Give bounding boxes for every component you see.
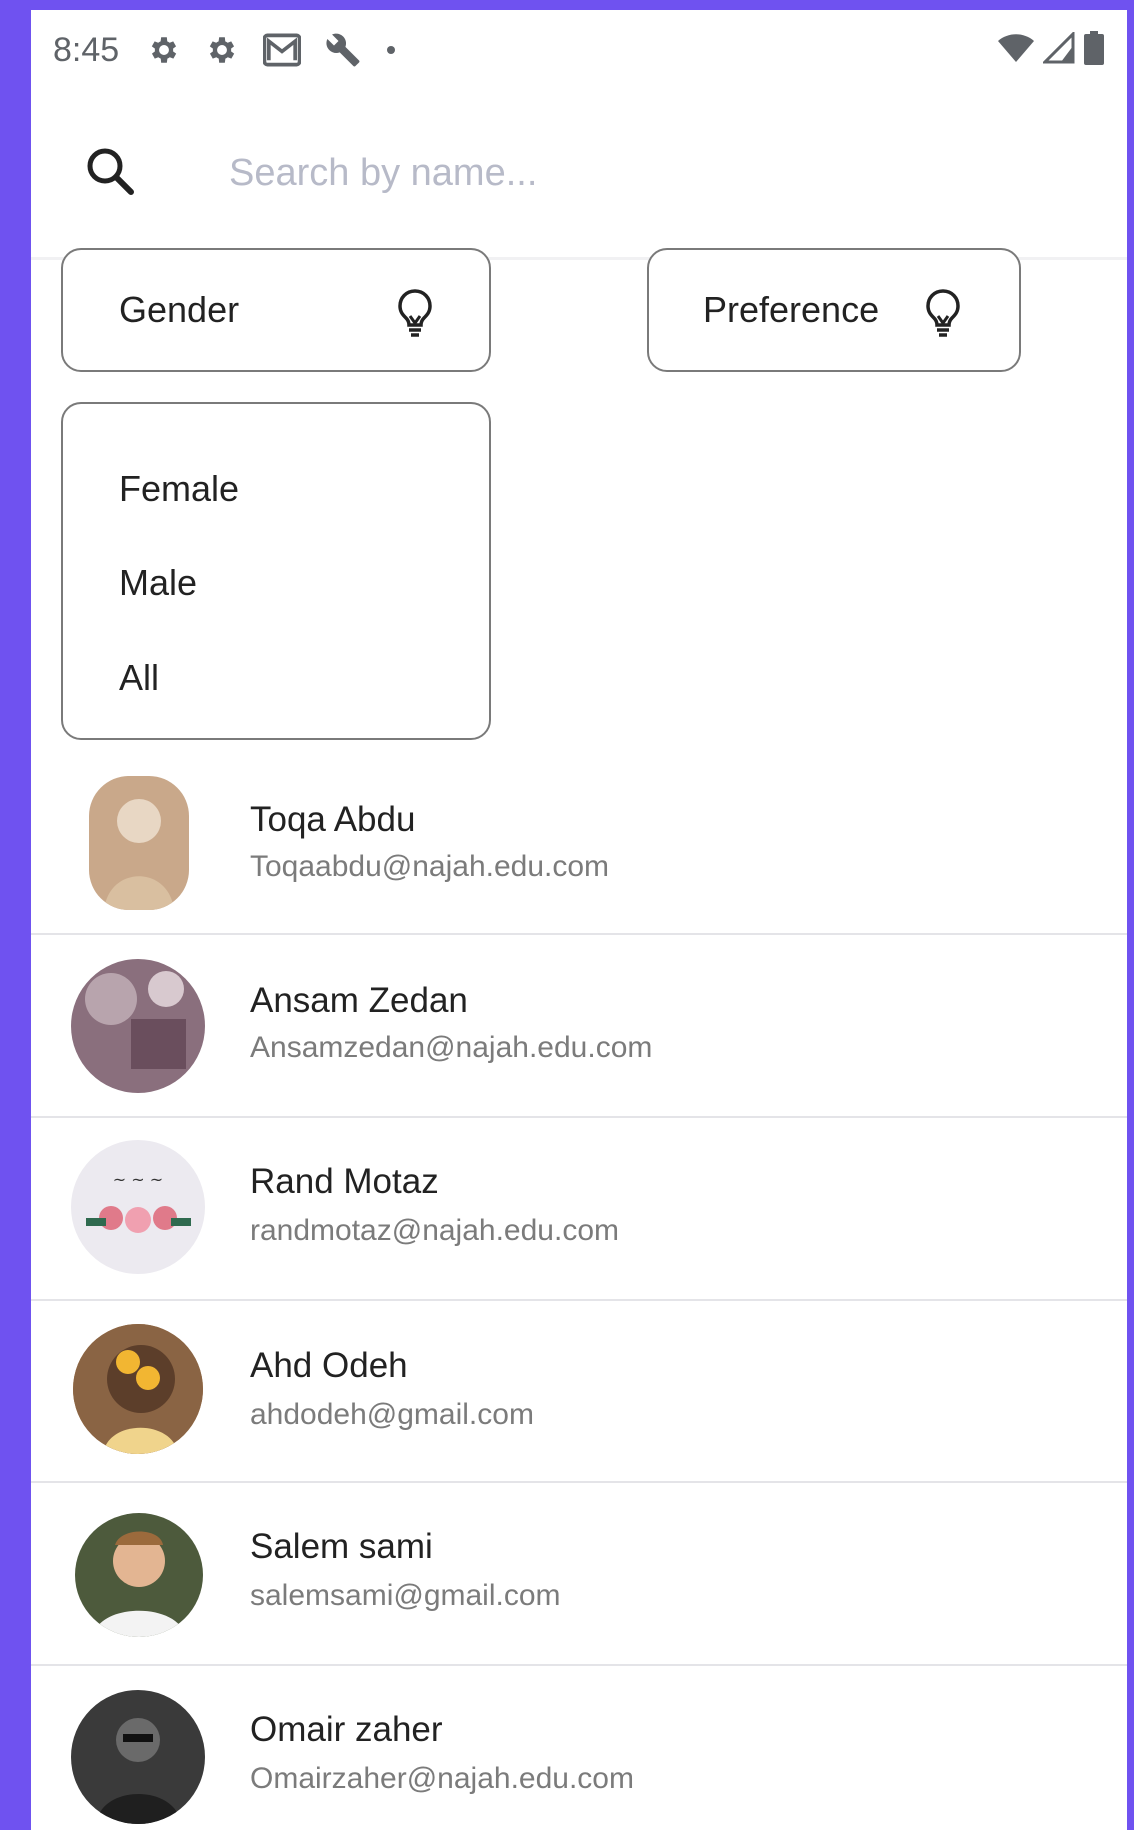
dropdown-option-female[interactable]: Female xyxy=(119,468,239,510)
gender-filter-label: Gender xyxy=(119,289,240,330)
dropdown-option-male[interactable]: Male xyxy=(119,562,197,604)
user-list-item[interactable]: Toqa Abdu Toqaabdu@najah.edu.com xyxy=(31,752,1127,935)
user-avatar xyxy=(75,1513,203,1637)
user-list-item[interactable]: Ansam Zedan Ansamzedan@najah.edu.com xyxy=(31,935,1127,1118)
system-icons xyxy=(997,29,1105,70)
gmail-icon xyxy=(263,33,302,67)
settings-icon xyxy=(205,33,239,67)
svg-text:~ ~ ~: ~ ~ ~ xyxy=(113,1170,163,1189)
user-email: ahdodeh@gmail.com xyxy=(250,1398,534,1431)
user-list-item[interactable]: Ahd Odeh ahdodeh@gmail.com xyxy=(31,1300,1127,1483)
user-name: Rand Motaz xyxy=(250,1162,439,1201)
user-name: Ansam Zedan xyxy=(250,981,468,1020)
preference-filter-label: Preference xyxy=(703,289,880,330)
user-list-item[interactable]: Omair zaher Omairzaher@najah.edu.com xyxy=(31,1666,1127,1830)
user-list-item[interactable]: Salem sami salemsami@gmail.com xyxy=(31,1483,1127,1666)
user-email: Toqaabdu@najah.edu.com xyxy=(250,850,610,883)
preference-filter-button[interactable]: Preference xyxy=(647,248,1021,372)
wrench-icon xyxy=(325,32,361,68)
user-name: Salem sami xyxy=(250,1527,433,1566)
status-time: 8:45 xyxy=(53,30,120,69)
wifi-icon xyxy=(997,33,1035,68)
settings-icon xyxy=(147,33,181,67)
user-name: Omair zaher xyxy=(250,1710,443,1749)
signal-icon xyxy=(1041,29,1075,69)
user-avatar xyxy=(73,1324,203,1454)
user-avatar xyxy=(71,959,205,1093)
notification-icons xyxy=(147,32,397,68)
dot-icon xyxy=(385,44,397,56)
phone-screen: 8:45 Search by name... Gender Preference… xyxy=(31,10,1127,1830)
status-bar: 8:45 xyxy=(31,10,1127,90)
user-avatar xyxy=(71,1690,205,1824)
user-avatar: ~ ~ ~ xyxy=(71,1140,205,1274)
battery-icon xyxy=(1083,30,1105,70)
user-email: randmotaz@najah.edu.com xyxy=(250,1214,619,1247)
search-icon[interactable] xyxy=(81,142,141,202)
user-name: Ahd Odeh xyxy=(250,1346,408,1385)
lightbulb-icon xyxy=(393,288,437,347)
user-list-item[interactable]: ~ ~ ~ Rand Motaz randmotaz@najah.edu.com xyxy=(31,1118,1127,1301)
gender-filter-button[interactable]: Gender xyxy=(61,248,491,372)
user-email: Ansamzedan@najah.edu.com xyxy=(250,1031,653,1064)
gender-dropdown-menu: Female Male All xyxy=(61,402,491,740)
user-avatar xyxy=(89,776,189,910)
user-name: Toqa Abdu xyxy=(250,800,416,839)
user-email: salemsami@gmail.com xyxy=(250,1579,561,1612)
user-email: Omairzaher@najah.edu.com xyxy=(250,1762,634,1795)
search-input[interactable] xyxy=(229,138,1049,208)
dropdown-option-all[interactable]: All xyxy=(119,657,159,699)
search-bar xyxy=(31,90,1127,260)
lightbulb-icon xyxy=(921,288,965,347)
